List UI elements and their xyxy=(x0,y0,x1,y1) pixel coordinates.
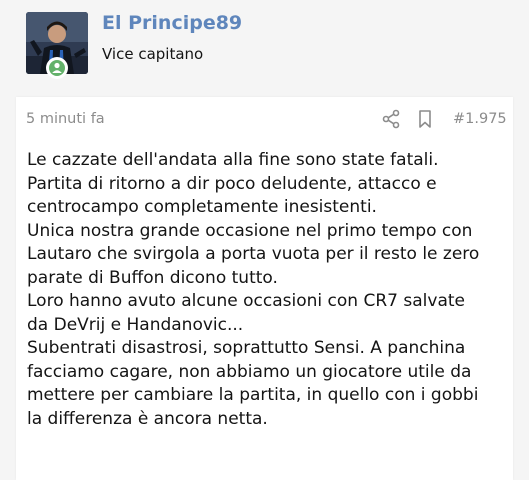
post-text-line: Loro hanno avuto alcune occasioni con CR… xyxy=(27,291,465,311)
post-number-link[interactable]: #1.975 xyxy=(453,111,507,127)
post-text-line: facciamo cagare, non abbiamo un giocator… xyxy=(27,361,472,382)
username-link[interactable]: El Principe89 xyxy=(102,12,242,34)
post-message: 5 minuti fa #1.975 Le cazzate dell'andat… xyxy=(16,97,513,480)
post-author-header: El Principe89 Vice capitano xyxy=(0,0,529,97)
post-timestamp[interactable]: 5 minuti fa xyxy=(26,111,105,127)
post-text-line: Partita di ritorno a dir poco deludente,… xyxy=(27,173,437,194)
post-text-line: Lautaro che svirgola a porta vuota per i… xyxy=(27,244,480,264)
online-status-icon xyxy=(46,57,68,79)
post-text-line: da DeVrij e Handanovic... xyxy=(27,314,244,335)
post-text-line: la differenza è ancora netta. xyxy=(27,408,268,429)
post-meta-bar: 5 minuti fa #1.975 xyxy=(16,97,513,141)
user-rank-title: Vice capitano xyxy=(102,45,204,63)
post-text-line: centrocampo completamente inesistenti. xyxy=(27,197,377,217)
post-text-line: Unica nostra grande occasione nel primo … xyxy=(27,220,473,241)
post-text-line: Subentrati disastrosi, soprattutto Sensi… xyxy=(27,338,466,358)
share-icon[interactable] xyxy=(382,109,400,129)
post-body-text: Le cazzate dell'andata alla fine sono st… xyxy=(27,149,511,431)
post-text-line: Le cazzate dell'andata alla fine sono st… xyxy=(27,150,439,170)
bookmark-icon[interactable] xyxy=(417,109,433,129)
post-text-line: parate di Buffon dicono tutto. xyxy=(27,267,278,288)
post-text-line: mettere per cambiare la partita, in quel… xyxy=(27,385,479,405)
